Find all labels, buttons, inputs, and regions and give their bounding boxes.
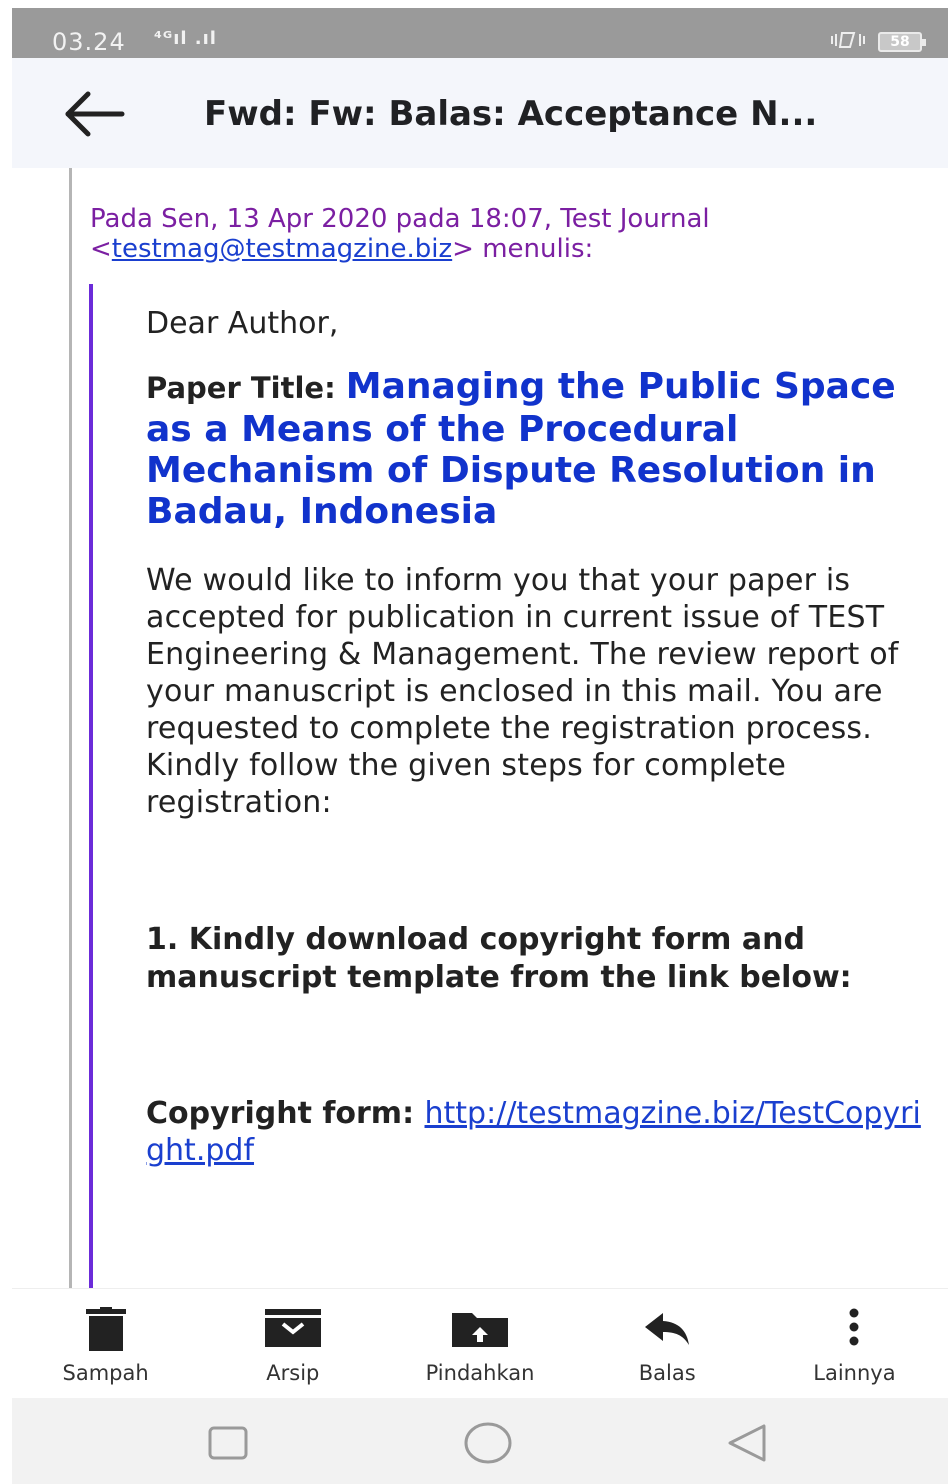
move-button[interactable]: Pindahkan <box>386 1289 573 1399</box>
status-time: 03.24 <box>52 28 126 56</box>
frame-left <box>0 0 12 1484</box>
paper-title: Paper Title: Managing the Public Space a… <box>146 366 926 532</box>
acceptance-paragraph: We would like to inform you that your pa… <box>146 563 899 820</box>
trash-label: Sampah <box>62 1361 149 1385</box>
system-nav-bar <box>12 1398 948 1484</box>
move-label: Pindahkan <box>425 1361 535 1385</box>
greeting: Dear Author, <box>146 306 339 341</box>
frame-top <box>0 0 948 8</box>
app-bar: Fwd: Fw: Balas: Acceptance N... <box>12 58 948 168</box>
back-nav-button[interactable] <box>716 1420 776 1466</box>
reply-label: Balas <box>638 1361 696 1385</box>
archive-label: Arsip <box>266 1361 320 1385</box>
reply-button[interactable]: Balas <box>574 1289 761 1399</box>
more-vertical-icon <box>824 1307 884 1351</box>
archive-icon <box>263 1307 323 1351</box>
recents-square-icon <box>208 1426 248 1460</box>
copyright-label: Copyright form: <box>146 1096 425 1131</box>
signal-icon: ⁴ᴳıl .ıl <box>154 28 217 49</box>
quote-header: Pada Sen, 13 Apr 2020 pada 18:07, Test J… <box>90 204 930 264</box>
vibrate-icon <box>828 30 868 54</box>
status-right: 58 <box>828 30 926 54</box>
reply-icon <box>637 1307 697 1351</box>
trash-button[interactable]: Sampah <box>12 1289 199 1399</box>
copyright-line: Copyright form: http://testmagzine.biz/T… <box>146 1095 926 1169</box>
trash-icon <box>76 1307 136 1351</box>
action-bar: Sampah Arsip Pindahkan Balas Lainnya <box>12 1288 948 1399</box>
more-label: Lainnya <box>813 1361 896 1385</box>
battery-icon: 58 <box>878 32 926 52</box>
more-button[interactable]: Lainnya <box>761 1289 948 1399</box>
back-button[interactable] <box>60 84 130 144</box>
inner-quote-bar <box>89 284 93 1288</box>
step-1: 1. Kindly download copyright form and ma… <box>146 922 852 995</box>
recents-button[interactable] <box>198 1420 258 1466</box>
message-body[interactable]: Pada Sen, 13 Apr 2020 pada 18:07, Test J… <box>12 168 948 1288</box>
archive-button[interactable]: Arsip <box>199 1289 386 1399</box>
mail-text: Dear Author, Paper Title: Managing the P… <box>146 298 926 1169</box>
home-circle-icon <box>464 1422 512 1464</box>
home-button[interactable] <box>458 1420 518 1466</box>
email-subject-title: Fwd: Fw: Balas: Acceptance N... <box>204 94 818 134</box>
outer-quote-bar <box>69 168 72 1288</box>
back-arrow-icon <box>65 91 125 137</box>
paper-title-label: Paper Title: <box>146 371 346 405</box>
sender-email-link[interactable]: testmag@testmagzine.biz <box>112 234 452 264</box>
status-bar: 03.24 ⁴ᴳıl .ıl 58 <box>12 8 948 58</box>
quote-header-suffix: > menulis: <box>452 234 594 264</box>
move-folder-icon <box>450 1307 510 1351</box>
back-triangle-icon <box>728 1424 766 1462</box>
